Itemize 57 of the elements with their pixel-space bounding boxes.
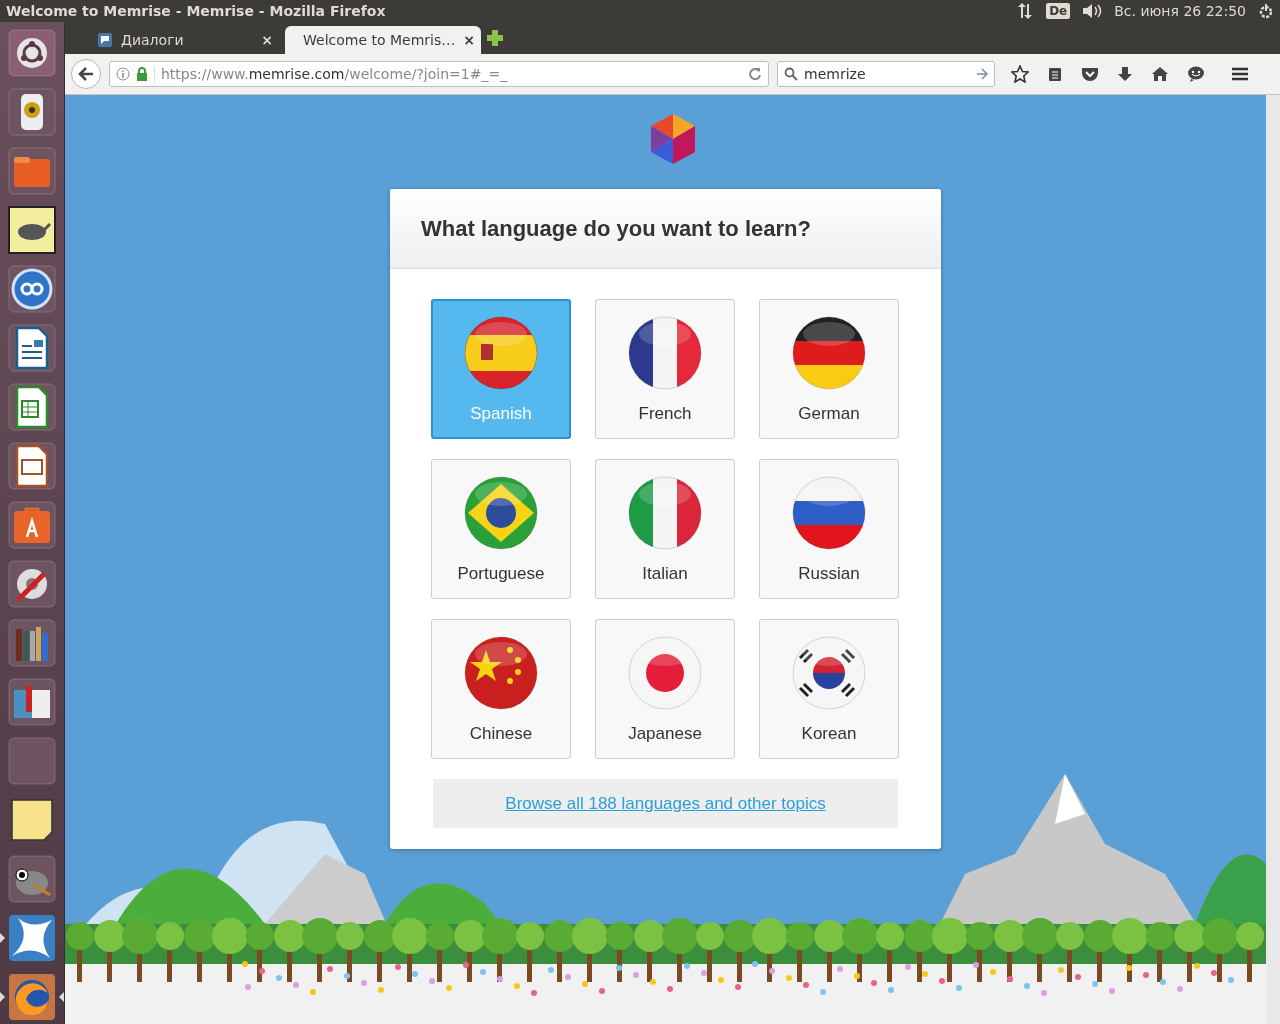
star-shape-icon[interactable] [8,914,56,962]
tab-close-button[interactable]: × [463,32,475,48]
ubuntu-logo-icon[interactable] [8,29,56,77]
tab-close-button[interactable]: × [261,32,273,48]
reload-icon[interactable] [748,67,762,81]
home-icon[interactable] [1151,66,1169,82]
url-text: https://www.memrise.com/welcome/?join=1#_=_ [154,66,742,82]
language-tile[interactable]: Russian [759,459,899,599]
flag-icon [628,476,702,550]
keyboard-layout-indicator[interactable]: De [1046,3,1071,19]
search-icon [784,67,798,81]
folder-icon[interactable] [8,147,56,195]
language-tile[interactable]: Portuguese [431,459,571,599]
flag-icon [628,316,702,390]
language-tile[interactable]: Chinese [431,619,571,759]
presentation-icon[interactable] [8,442,56,490]
flag-icon [792,316,866,390]
spreadsheet-icon[interactable] [8,383,56,431]
volume-icon[interactable] [1082,3,1103,19]
scrollbar[interactable] [1266,95,1280,1024]
language-tile[interactable]: German [759,299,899,439]
browser-tab[interactable]: Welcome to Memris… × [285,26,481,54]
shopping-bag-icon[interactable] [8,501,56,549]
sticky-note-icon[interactable] [8,796,56,844]
reading-list-icon[interactable] [1047,66,1063,82]
browser-tab[interactable]: Диалоги × [87,26,283,54]
flag-icon [792,636,866,710]
search-field[interactable]: memrize [777,61,995,87]
language-tile[interactable]: Japanese [595,619,735,759]
language-tile[interactable]: French [595,299,735,439]
menu-icon[interactable] [1231,66,1249,82]
books-icon[interactable] [8,619,56,667]
document-icon[interactable] [8,324,56,372]
pocket-icon[interactable] [1081,66,1099,82]
open-book-icon[interactable] [8,678,56,726]
lock-icon [136,67,148,81]
smiley-icon[interactable] [1187,66,1205,82]
back-button[interactable] [71,59,101,89]
info-icon[interactable] [116,67,130,81]
flag-icon [792,476,866,550]
memrise-logo-icon [650,114,695,164]
blank-tile-icon[interactable] [8,737,56,785]
go-arrow-icon[interactable] [976,68,988,80]
card-heading: What language do you want to learn? [421,215,811,242]
new-tab-plus-icon[interactable] [487,30,503,46]
flag-icon [628,636,702,710]
clock[interactable]: Вс. июня 26 22:50 [1114,3,1246,19]
chat-bubble-icon [97,32,113,48]
download-icon[interactable] [1117,66,1133,82]
bookmark-star-icon[interactable] [1011,65,1029,83]
network-arrows-icon[interactable] [1016,2,1035,20]
language-tile[interactable]: Italian [595,459,735,599]
language-tile[interactable]: Korean [759,619,899,759]
address-bar[interactable]: https://www.memrise.com/welcome/?join=1#_=_ [109,61,769,87]
speaker-icon[interactable] [8,88,56,136]
window-title: Welcome to Memrise - Memrise - Mozilla Firefox [6,3,387,19]
back-arrow-icon [78,66,94,82]
